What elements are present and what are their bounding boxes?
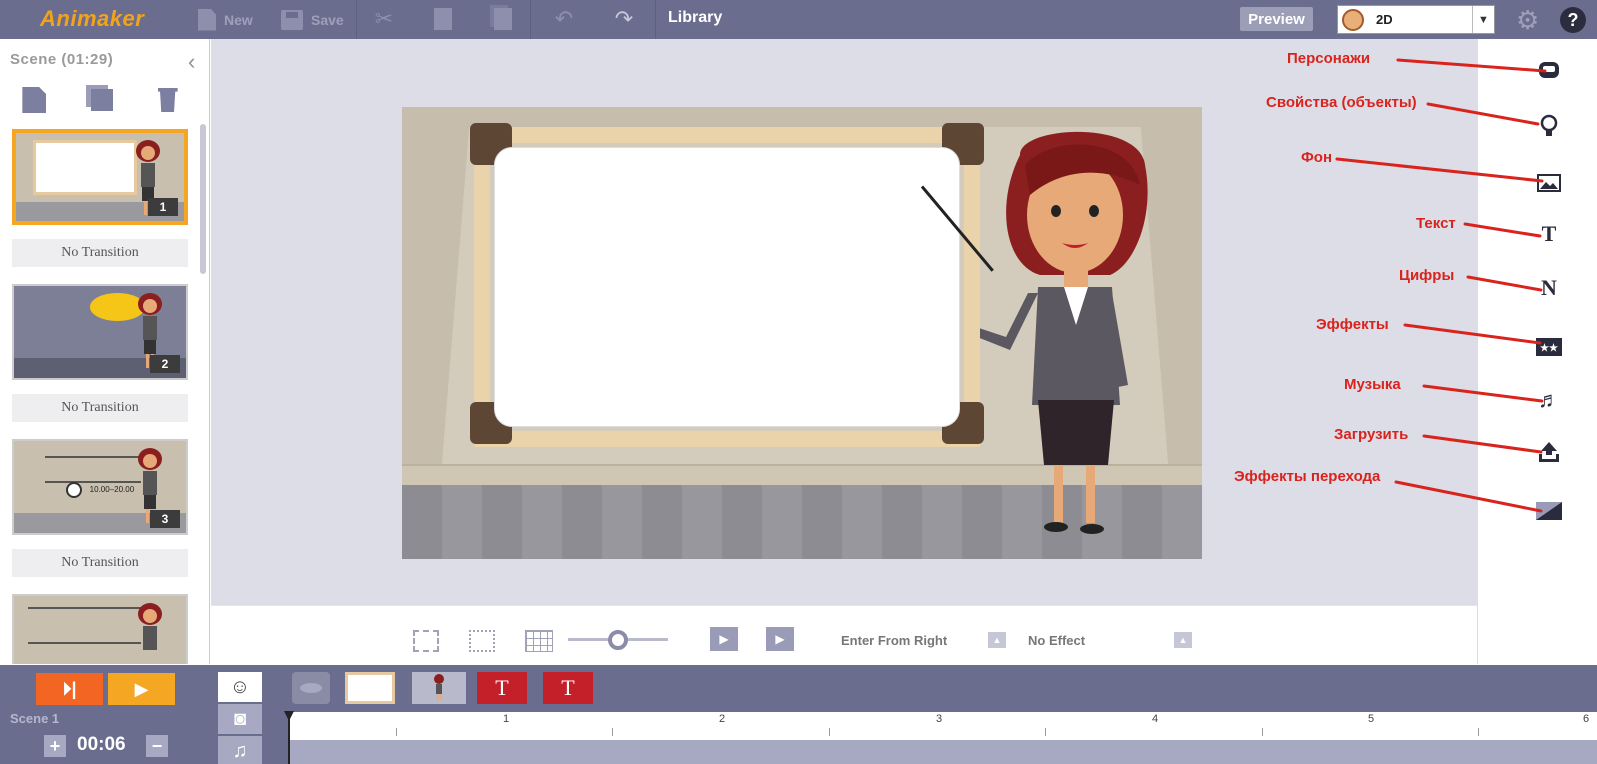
image-icon[interactable] xyxy=(1536,171,1562,195)
ruler-label: 5 xyxy=(1368,713,1375,725)
ruler-label: 6 xyxy=(1583,713,1590,725)
scene-canvas[interactable] xyxy=(402,107,1202,559)
enter-effect-play-icon[interactable]: ▶ xyxy=(710,627,738,651)
camera-track-icon[interactable]: ◙ xyxy=(218,704,262,734)
annotation-transition-effects: Эффекты перехода xyxy=(1234,468,1381,485)
annotation-text: Текст xyxy=(1416,215,1456,232)
toolbar-divider xyxy=(655,0,656,39)
scene-number-badge: 3 xyxy=(150,510,180,528)
teacher-character[interactable] xyxy=(980,125,1170,535)
copy-icon[interactable] xyxy=(430,6,456,32)
help-icon[interactable]: ? xyxy=(1560,7,1586,33)
timeline-lane[interactable] xyxy=(290,740,1597,764)
transition-icon[interactable] xyxy=(1536,499,1562,523)
ruler-label: 1 xyxy=(503,713,510,725)
add-time-button[interactable]: + xyxy=(44,735,66,757)
top-toolbar: Animaker New Save ✂ ↶ ↷ Library Preview … xyxy=(0,0,1597,39)
ruler-label: 3 xyxy=(936,713,943,725)
preview-button[interactable]: Preview xyxy=(1240,7,1313,31)
save-button[interactable]: Save xyxy=(281,0,344,39)
new-file-icon xyxy=(198,8,216,31)
timeline-ruler[interactable] xyxy=(290,712,1597,740)
duplicate-scene-icon[interactable] xyxy=(90,89,113,111)
fit-screen-icon[interactable] xyxy=(469,630,495,652)
enter-effect-dropdown-icon[interactable]: ▲ xyxy=(988,632,1006,648)
exit-effect-play-icon[interactable]: ▶ xyxy=(766,627,794,651)
save-icon xyxy=(281,9,303,30)
text-item-chip[interactable]: T xyxy=(477,672,527,704)
remove-time-button[interactable]: − xyxy=(146,735,168,757)
exit-effect-dropdown-icon[interactable]: ▲ xyxy=(1174,632,1192,648)
app-logo: Animaker xyxy=(40,6,145,31)
scene-thumbnail-1[interactable]: 1 xyxy=(12,129,188,225)
annotation-numbers: Цифры xyxy=(1399,267,1455,284)
undo-icon[interactable]: ↶ xyxy=(551,6,577,32)
annotation-background: Фон xyxy=(1301,149,1333,166)
scene-thumbnail-2[interactable]: 2 xyxy=(12,284,188,380)
library-label[interactable]: Library xyxy=(668,9,722,27)
redo-icon[interactable]: ↷ xyxy=(611,6,637,32)
scene-number-badge: 1 xyxy=(148,198,178,216)
effects-star-icon[interactable]: ★★ xyxy=(1536,335,1562,359)
scene-thumbnail-3[interactable]: 10.00–20.00 3 xyxy=(12,439,188,535)
whiteboard[interactable] xyxy=(494,147,960,427)
new-button[interactable]: New xyxy=(198,0,253,39)
toolbar-divider xyxy=(356,0,357,39)
paste-icon[interactable] xyxy=(490,6,516,32)
character-icon xyxy=(138,603,162,650)
gear-icon[interactable]: ⚙ xyxy=(1516,5,1539,36)
ruler-label: 4 xyxy=(1152,713,1159,725)
exit-effect-label[interactable]: No Effect xyxy=(1028,633,1085,648)
annotation-characters: Персонажи xyxy=(1287,50,1371,67)
character-icon[interactable] xyxy=(1536,58,1562,82)
transition-label[interactable]: No Transition xyxy=(12,239,188,267)
zoom-slider-handle[interactable] xyxy=(608,630,628,650)
annotation-props: Свойства (объекты) xyxy=(1266,94,1417,111)
hidden-item-chip[interactable] xyxy=(292,672,330,704)
character-track-icon[interactable]: ☺ xyxy=(218,672,262,702)
upload-icon[interactable] xyxy=(1536,440,1562,464)
svg-text:★★: ★★ xyxy=(1540,343,1558,354)
ruler-label: 2 xyxy=(719,713,726,725)
enter-effect-label[interactable]: Enter From Right xyxy=(841,633,947,648)
play-from-start-button[interactable]: ⏵| xyxy=(36,673,103,705)
chevron-down-icon[interactable]: ▼ xyxy=(1472,6,1494,33)
character-avatar-icon xyxy=(1342,8,1364,31)
scene-panel: Scene (01:29) ‹ 1 No Transition 2 No Tra… xyxy=(0,39,210,664)
scene-thumbnail-4[interactable] xyxy=(12,594,188,664)
scene-scrollbar[interactable] xyxy=(200,124,206,274)
text-T-icon[interactable]: T xyxy=(1536,221,1562,246)
grid-icon[interactable] xyxy=(525,630,553,652)
scene-time-text: 10.00–20.00 xyxy=(89,485,135,495)
scene-panel-title: Scene (01:29) xyxy=(10,51,114,68)
number-N-icon[interactable]: N xyxy=(1536,275,1562,300)
scene-tools xyxy=(0,83,200,117)
transition-label[interactable]: No Transition xyxy=(12,549,188,577)
toolbar-divider xyxy=(530,0,531,39)
bulb-icon[interactable] xyxy=(1536,114,1562,138)
mode-select[interactable]: 2D ▼ xyxy=(1337,5,1495,34)
timeline-scene-label: Scene 1 xyxy=(10,711,60,726)
center-target-icon[interactable] xyxy=(413,630,439,652)
new-scene-icon[interactable] xyxy=(22,87,47,113)
mode-value: 2D xyxy=(1376,12,1393,27)
transition-label[interactable]: No Transition xyxy=(12,394,188,422)
collapse-panel-icon[interactable]: ‹ xyxy=(188,49,195,75)
text-item-chip[interactable]: T xyxy=(543,672,593,704)
character-item-chip[interactable] xyxy=(412,672,466,704)
scene-number-badge: 2 xyxy=(150,355,180,373)
delete-scene-icon[interactable] xyxy=(157,88,178,112)
music-track-icon[interactable]: ♫ xyxy=(218,736,262,764)
annotation-upload: Загрузить xyxy=(1334,426,1409,443)
play-button[interactable]: ▶ xyxy=(108,673,175,705)
music-note-icon[interactable]: ♬ xyxy=(1536,387,1562,412)
scene-duration: 00:06 xyxy=(77,734,126,755)
cut-icon[interactable]: ✂ xyxy=(371,6,397,32)
clock-icon xyxy=(65,482,82,499)
annotation-music: Музыка xyxy=(1344,376,1401,393)
board-item-chip[interactable] xyxy=(345,672,395,704)
annotation-effects: Эффекты xyxy=(1316,316,1389,333)
